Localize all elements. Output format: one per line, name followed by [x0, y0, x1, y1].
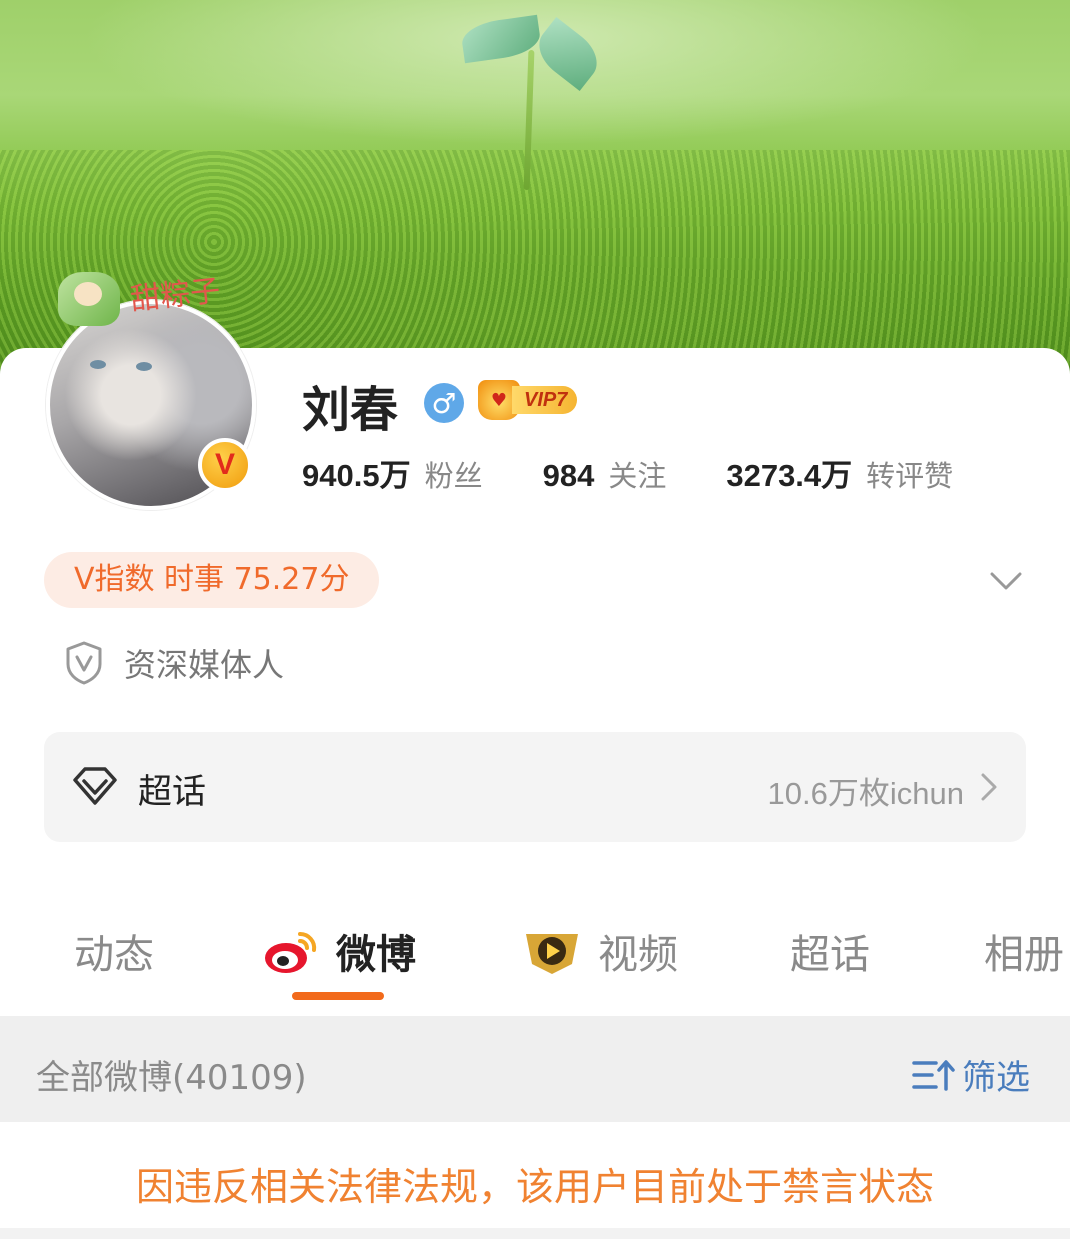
vip-badge[interactable]: ♥ VIP7	[478, 380, 594, 420]
chevron-right-icon	[981, 773, 997, 801]
stat-value: 940.5万	[302, 458, 411, 493]
stat-following[interactable]: 984 关注	[543, 453, 667, 495]
stat-label: 转评赞	[866, 459, 954, 493]
gender-male-icon: ♂	[424, 383, 464, 423]
weibo-logo-icon	[265, 931, 317, 973]
filter-icon	[912, 1059, 955, 1091]
stat-value: 3273.4万	[726, 458, 853, 493]
avatar-cat-eye	[136, 362, 152, 371]
tab-weibo[interactable]: 微博	[262, 922, 416, 980]
cover-sprout-leaf	[529, 16, 607, 92]
tab-dynamics[interactable]: 动态	[74, 922, 154, 980]
avatar-decoration-text: 甜粽子	[128, 273, 222, 318]
stat-value: 984	[542, 458, 595, 493]
filter-label: 筛选	[962, 1058, 1030, 1098]
profile-stats: 940.5万 粉丝 984 关注 3273.4万 转评赞	[302, 450, 953, 495]
tab-label: 相册	[984, 932, 1064, 978]
avatar-container[interactable]: 甜粽子 V	[46, 272, 256, 510]
v-index-pill[interactable]: V指数 时事 75.27分	[44, 552, 380, 608]
profile-name: 刘春	[302, 382, 399, 438]
chevron-down-icon[interactable]	[988, 562, 1024, 598]
tab-label: 超话	[790, 932, 870, 978]
certification-row: 资深媒体人	[64, 640, 284, 686]
supertopic-value: 10.6万枚ichun	[767, 776, 964, 811]
bottom-divider	[0, 1228, 1070, 1239]
vip-level-label: VIP7	[512, 386, 578, 414]
tab-video[interactable]: 视频	[522, 922, 678, 980]
supertopic-row[interactable]: 超话 10.6万枚ichun	[44, 732, 1026, 842]
shield-v-icon	[66, 641, 102, 685]
tab-label: 动态	[74, 932, 154, 978]
video-play-icon	[526, 934, 578, 974]
stat-followers[interactable]: 940.5万 粉丝	[302, 450, 483, 495]
tab-album[interactable]: 相册	[984, 922, 1064, 980]
supertopic-title: 超话	[138, 772, 206, 812]
active-tab-indicator	[292, 992, 384, 1000]
stat-reposts-comments-likes[interactable]: 3273.4万 转评赞	[726, 450, 953, 495]
avatar-cat-eye	[90, 360, 106, 369]
certification-text: 资深媒体人	[124, 646, 285, 684]
stat-label: 粉丝	[424, 459, 483, 493]
diamond-icon	[73, 767, 117, 805]
tab-label: 微博	[336, 932, 416, 978]
tab-label: 视频	[598, 932, 678, 978]
tab-supertopic[interactable]: 超话	[790, 922, 870, 980]
stat-label: 关注	[608, 459, 667, 493]
avatar-zongzi-decoration	[58, 272, 120, 326]
weibo-count-label[interactable]: 全部微博(40109)	[36, 1050, 307, 1099]
verified-v-icon: V	[198, 438, 252, 492]
ban-notice: 因违反相关法律法规，该用户目前处于禁言状态	[135, 1165, 934, 1209]
filter-button[interactable]: 筛选	[912, 1050, 1030, 1099]
